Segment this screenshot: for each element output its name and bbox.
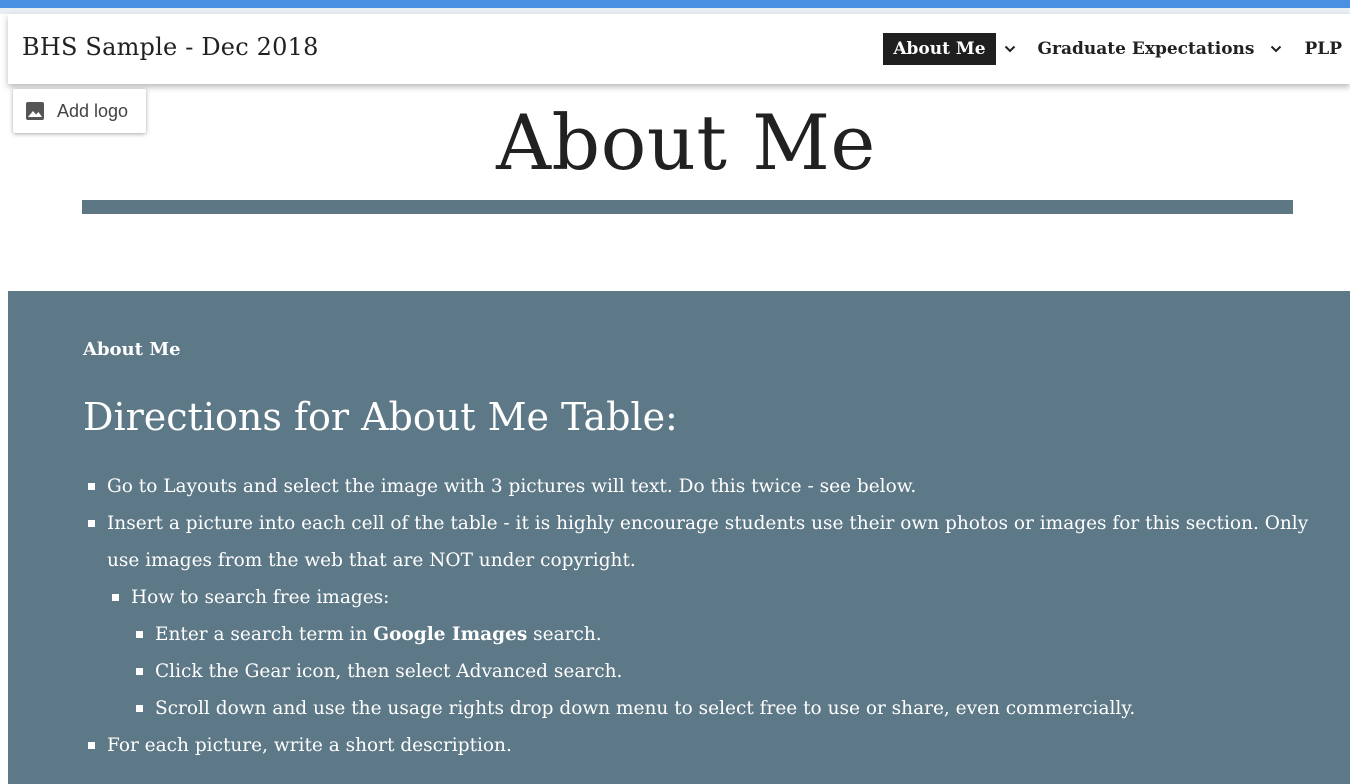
list-item-text: Insert a picture into each cell of the t… xyxy=(107,513,1309,571)
nav-item-label[interactable]: About Me xyxy=(883,33,996,65)
bullet-icon xyxy=(112,594,119,601)
bullet-icon xyxy=(88,742,95,749)
main-nav: About Me Graduate Expectations PLP xyxy=(883,14,1350,84)
bullet-icon xyxy=(136,705,143,712)
list-item: How to search free images: xyxy=(83,579,1323,616)
list-item-text-pre: Enter a search term in xyxy=(155,624,374,645)
list-item: Enter a search term in Google Images sea… xyxy=(83,616,1323,653)
nav-item-label[interactable]: Graduate Expectations xyxy=(1030,33,1263,65)
directions-list: Go to Layouts and select the image with … xyxy=(83,468,1323,764)
chevron-down-icon[interactable] xyxy=(1004,43,1016,55)
list-item-text: How to search free images: xyxy=(131,587,390,608)
list-item: Click the Gear icon, then select Advance… xyxy=(83,653,1323,690)
chevron-down-icon[interactable] xyxy=(1270,43,1282,55)
list-item-text-bold: Google Images xyxy=(373,624,528,645)
list-item-text: Go to Layouts and select the image with … xyxy=(107,476,917,497)
page-title: About Me xyxy=(496,98,876,187)
nav-item-graduate-expectations[interactable]: Graduate Expectations xyxy=(1030,33,1297,65)
list-item: Scroll down and use the usage rights dro… xyxy=(83,690,1323,727)
nav-item-about-me[interactable]: About Me xyxy=(883,33,1029,65)
list-item: For each picture, write a short descript… xyxy=(83,727,1323,764)
browser-top-strip xyxy=(0,0,1350,8)
list-item-text: For each picture, write a short descript… xyxy=(107,735,512,756)
list-item-text-post: search. xyxy=(527,624,602,645)
about-me-section: About Me Directions for About Me Table: … xyxy=(8,291,1350,784)
site-header: BHS Sample - Dec 2018 About Me Graduate … xyxy=(8,14,1350,84)
bullet-icon xyxy=(88,520,95,527)
section-heading: Directions for About Me Table: xyxy=(83,395,678,439)
title-divider xyxy=(82,200,1293,214)
nav-item-plp[interactable]: PLP xyxy=(1296,33,1350,65)
list-item-text: Click the Gear icon, then select Advance… xyxy=(155,661,623,682)
list-item: Go to Layouts and select the image with … xyxy=(83,468,1323,505)
nav-item-label[interactable]: PLP xyxy=(1296,33,1350,65)
site-title[interactable]: BHS Sample - Dec 2018 xyxy=(22,33,319,61)
list-item: Insert a picture into each cell of the t… xyxy=(83,505,1323,579)
bullet-icon xyxy=(88,483,95,490)
list-item-text: Scroll down and use the usage rights dro… xyxy=(155,698,1136,719)
section-label: About Me xyxy=(83,339,181,360)
bullet-icon xyxy=(136,631,143,638)
bullet-icon xyxy=(136,668,143,675)
